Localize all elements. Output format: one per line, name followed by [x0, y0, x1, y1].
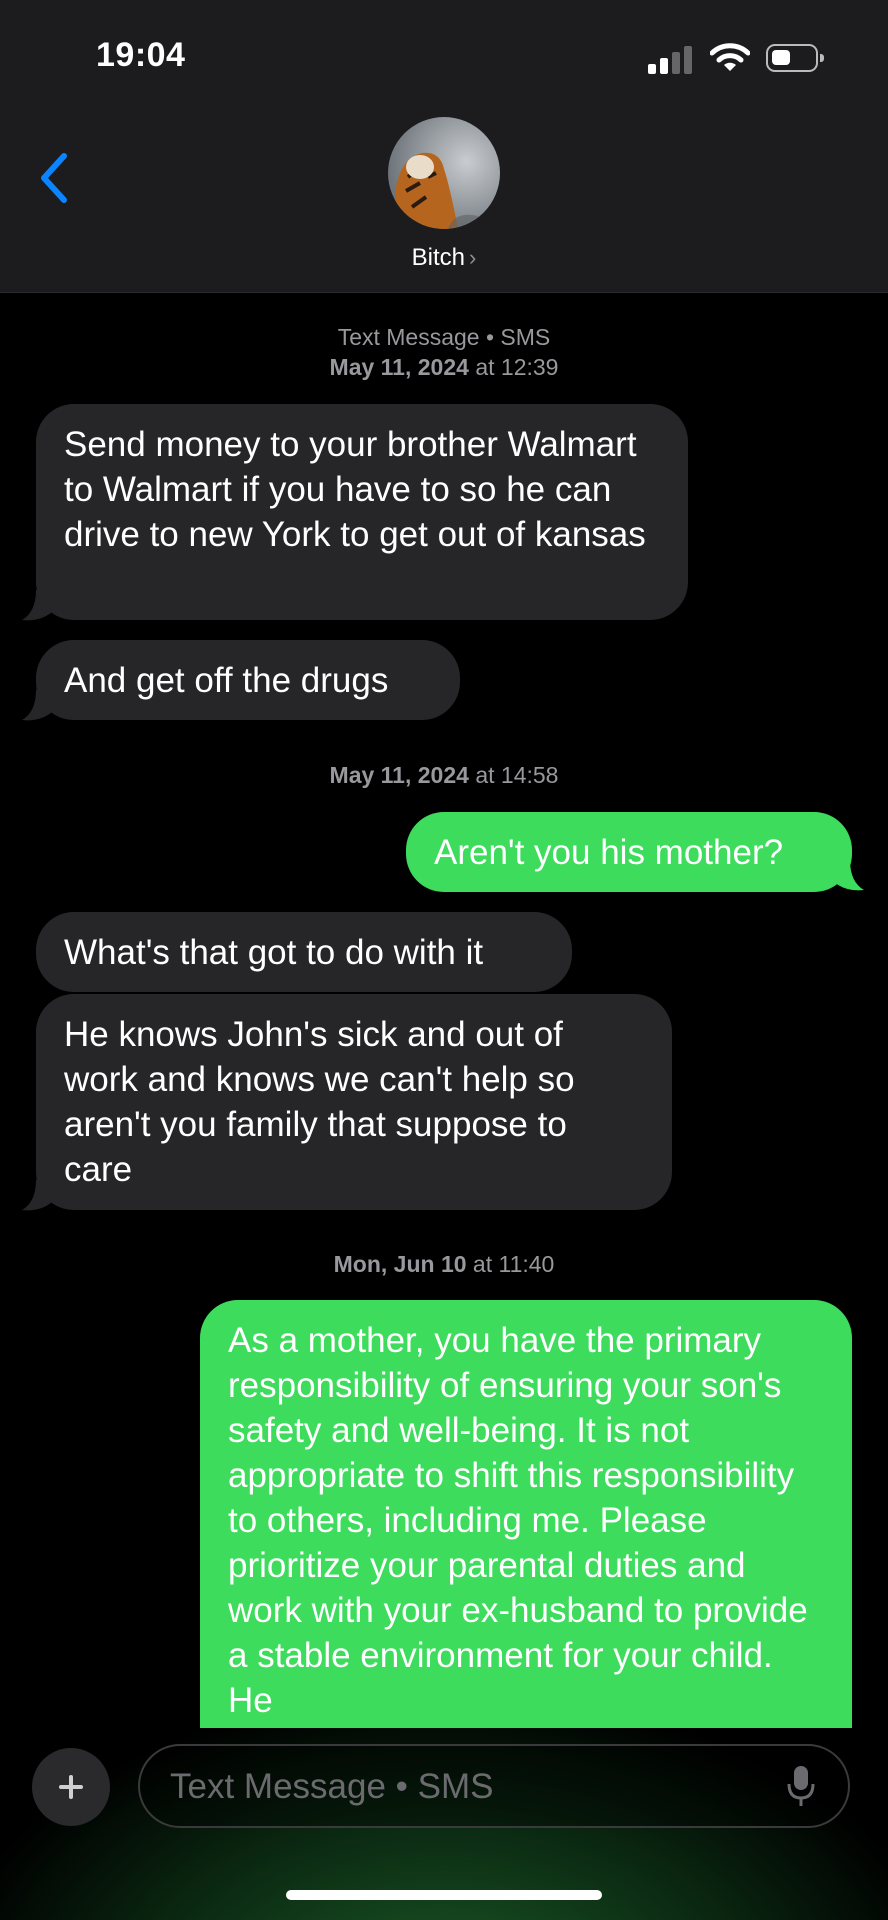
chevron-right-icon: ›: [469, 245, 477, 270]
timestamp: May 11, 2024 at 12:39: [329, 354, 559, 380]
bubble-tail-icon: [22, 690, 52, 721]
contact-name-row[interactable]: Bitch ›: [0, 244, 888, 272]
status-bar: 19:04: [0, 0, 888, 110]
conversation-header: Bitch ›: [0, 110, 888, 293]
message-field[interactable]: [138, 1744, 850, 1828]
outgoing-message[interactable]: Aren't you his mother?: [406, 812, 852, 892]
home-indicator[interactable]: [286, 1890, 602, 1900]
contact-name[interactable]: Bitch: [412, 244, 465, 271]
plus-icon[interactable]: [32, 1748, 110, 1826]
service-label: Text Message • SMS: [337, 324, 551, 350]
bubble-tail-icon: [22, 1180, 52, 1211]
incoming-message[interactable]: And get off the drugs: [36, 640, 460, 720]
signal-icon: [648, 44, 694, 74]
message-input[interactable]: [168, 1764, 772, 1810]
bubble-tail-icon: [834, 860, 864, 891]
incoming-message[interactable]: Send money to your brother Walmart to Wa…: [36, 404, 688, 620]
bubble-tail-icon: [22, 590, 52, 621]
timestamp: May 11, 2024 at 14:58: [329, 762, 559, 788]
battery-icon: [766, 44, 824, 72]
wifi-icon: [710, 43, 750, 71]
contact-avatar[interactable]: [388, 117, 500, 229]
incoming-message[interactable]: What's that got to do with it: [36, 912, 572, 992]
incoming-message[interactable]: He knows John's sick and out of work and…: [36, 994, 672, 1210]
status-time: 19:04: [96, 36, 186, 74]
microphone-icon[interactable]: [786, 1764, 816, 1810]
timestamp: Mon, Jun 10 at 11:40: [333, 1251, 555, 1277]
back-chevron-icon[interactable]: [34, 148, 74, 208]
